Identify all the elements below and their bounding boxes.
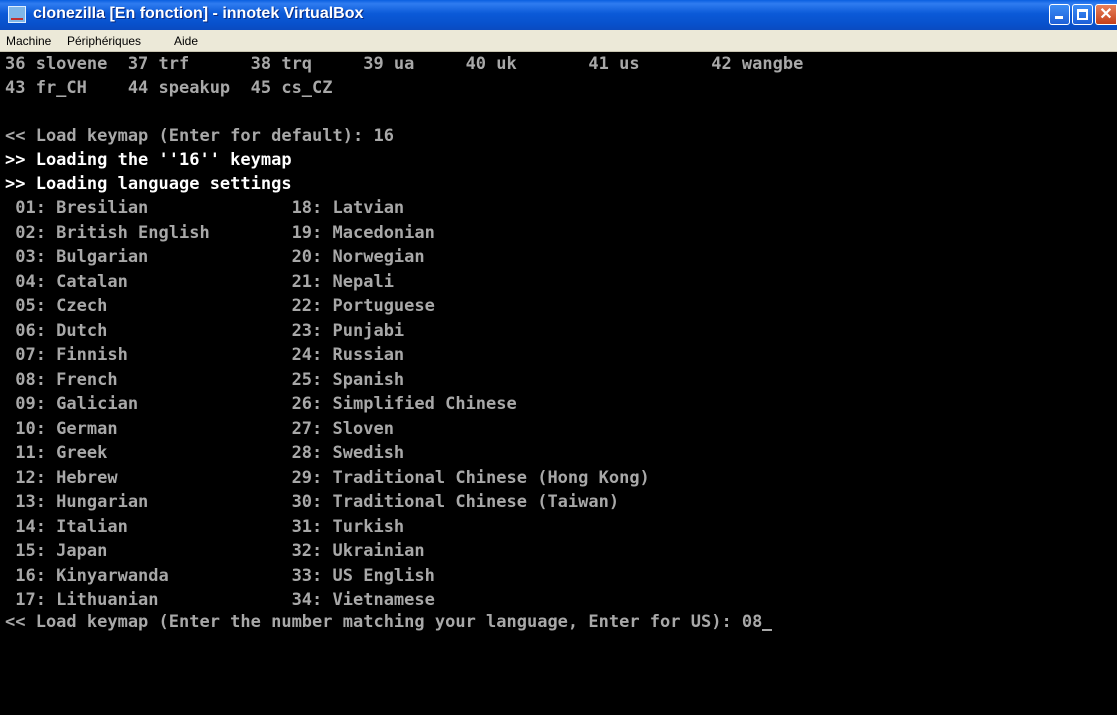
language-list-row: 17: Lithuanian 34: Vietnamese (5, 590, 435, 610)
virtualbox-window: clonezilla [En fonction] - innotek Virtu… (0, 0, 1117, 715)
language-list-row: 09: Galician 26: Simplified Chinese (5, 394, 517, 414)
language-list-row: 15: Japan 32: Ukrainian (5, 541, 425, 561)
language-list-row: 02: British English 19: Macedonian (5, 222, 435, 243)
maximize-button[interactable] (1072, 4, 1093, 25)
language-list-row: 12: Hebrew 29: Traditional Chinese (Hong… (5, 467, 650, 488)
language-list-row: 07: Finnish 24: Russian (5, 345, 405, 365)
menu-machine[interactable]: Machine (6, 34, 51, 48)
keymap-prompt-line: << Load keymap (Enter for default): 16 (5, 126, 394, 146)
minimize-icon (1055, 16, 1063, 19)
close-button[interactable]: ✕ (1095, 4, 1117, 25)
language-prompt-line: << Load keymap (Enter the number matchin… (5, 610, 773, 634)
language-list-row: 03: Bulgarian 20: Norwegian (5, 247, 425, 267)
language-list-row: 13: Hungarian 30: Traditional Chinese (T… (5, 492, 620, 512)
menu-peripheriques[interactable]: Périphériques (67, 34, 141, 48)
language-list-row: 05: Czech 22: Portuguese (5, 296, 435, 316)
menu-bar: Machine Périphériques Aide (0, 30, 1117, 52)
text-cursor (762, 629, 773, 631)
minimize-button[interactable] (1049, 4, 1070, 25)
language-list-row: 08: French 25: Spanish (5, 369, 405, 390)
vm-console-screen[interactable]: 36 slovene 37 trf 38 trq 39 ua 40 uk 41 … (0, 52, 1117, 715)
language-list-row: 14: Italian 31: Turkish (5, 516, 405, 537)
language-list-row: 01: Bresilian 18: Latvian (5, 198, 405, 218)
language-list-row: 11: Greek 28: Swedish (5, 443, 405, 463)
title-bar[interactable]: clonezilla [En fonction] - innotek Virtu… (0, 0, 1117, 30)
language-list-row: 06: Dutch 23: Punjabi (5, 320, 405, 341)
language-list-row: 04: Catalan 21: Nepali (5, 271, 394, 292)
close-icon: ✕ (1099, 6, 1113, 23)
keymap-list-line: 36 slovene 37 trf 38 trq 39 ua 40 uk 41 … (5, 54, 804, 74)
loading-language-message: >> Loading language settings (5, 174, 292, 194)
language-list-row: 16: Kinyarwanda 33: US English (5, 565, 435, 586)
virtualbox-icon[interactable] (8, 6, 26, 23)
language-prompt-text: << Load keymap (Enter the number matchin… (5, 612, 763, 632)
keymap-list-line: 43 fr_CH 44 speakup 45 cs_CZ (5, 78, 333, 98)
menu-aide[interactable]: Aide (174, 34, 198, 48)
loading-keymap-message: >> Loading the ''16'' keymap (5, 150, 292, 170)
window-title: clonezilla [En fonction] - innotek Virtu… (33, 5, 364, 22)
maximize-icon (1077, 9, 1088, 20)
language-list-row: 10: German 27: Sloven (5, 418, 394, 439)
